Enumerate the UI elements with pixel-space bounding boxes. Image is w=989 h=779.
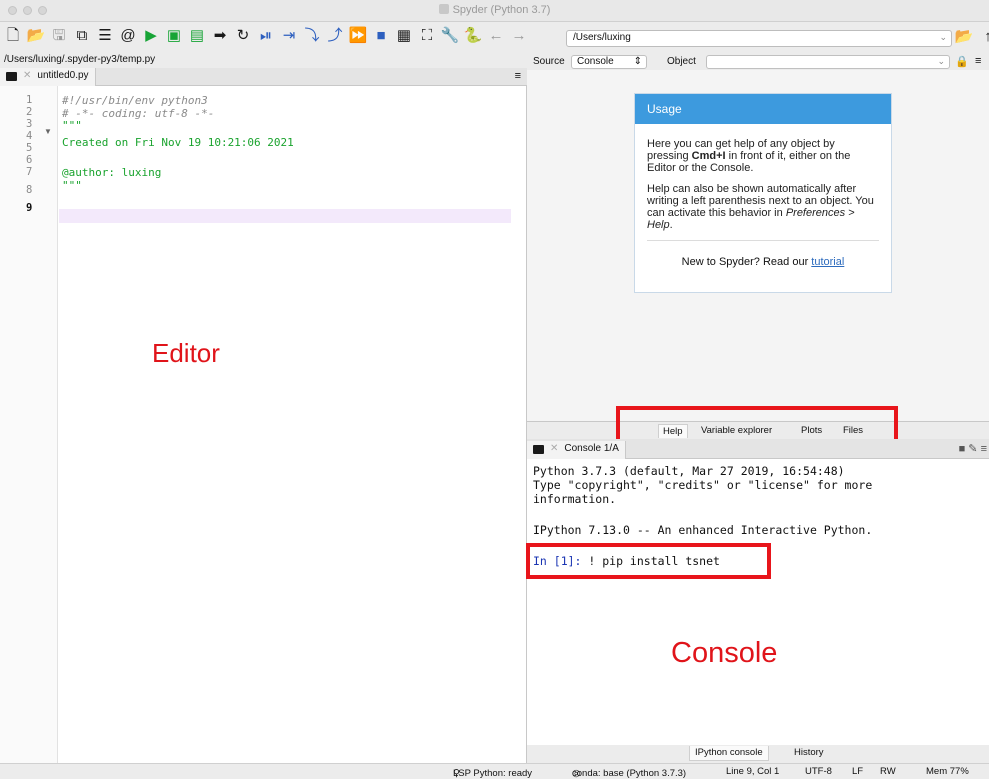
close-tab-icon[interactable]: ✕	[23, 70, 31, 86]
help-pane: Usage Here you can get help of any objec…	[527, 70, 989, 422]
line-number: 2	[26, 106, 33, 118]
save-file-icon[interactable]: 🖫	[50, 27, 68, 45]
line-number: 5	[26, 142, 33, 154]
status-bar: ⚲ LSP Python: ready ◎ conda: base (Python …	[0, 763, 989, 779]
code-line: """	[62, 119, 82, 132]
run-selection-icon[interactable]: ➡	[211, 27, 229, 45]
code-line: @author: luxing	[62, 166, 162, 179]
help-options-icon[interactable]: ≡	[975, 55, 981, 67]
rw-status: RW	[880, 766, 896, 777]
editor-annotation-label: Editor	[152, 338, 220, 368]
encoding-status: UTF-8	[805, 766, 832, 777]
tab-ipython-console[interactable]: IPython console	[689, 746, 769, 761]
chevron-updown-icon: ⇕	[633, 56, 642, 67]
source-label: Source	[533, 56, 565, 67]
console-ipython-line: IPython 7.13.0 -- An enhanced Interactiv…	[533, 523, 873, 537]
code-line: """	[62, 179, 82, 192]
tutorial-link[interactable]: tutorial	[811, 256, 844, 268]
console-annotation-label: Console	[671, 637, 778, 669]
main-toolbar: 🗋 📂 🖫 ⧉ ☰ @ ▶ ▣ ▤ ➡ ↻ ⏯ ⇥ ⤵ ⤴ ⏩ ■ ▦ ⛶ 🔧 …	[0, 22, 989, 54]
run-cell-advance-icon[interactable]: ▤	[188, 27, 206, 45]
run-cell-icon[interactable]: ▣	[165, 27, 183, 45]
line-number-current: 9	[26, 202, 33, 214]
preferences-icon[interactable]: 🔧	[441, 27, 460, 45]
console-pane-tabs: IPython console History	[527, 745, 989, 763]
annotation-box-command	[526, 543, 771, 579]
editor-options-icon[interactable]: ≡	[515, 70, 521, 82]
object-label: Object	[667, 56, 696, 67]
stop-debug-icon[interactable]: ■	[372, 27, 390, 45]
run-icon[interactable]: ▶	[142, 27, 160, 45]
fullscreen-icon[interactable]: ⛶	[418, 27, 436, 45]
eol-status: LF	[852, 766, 864, 777]
usage-paragraph-1: Here you can get help of any object by p…	[647, 138, 851, 174]
console-banner-line: information.	[533, 492, 617, 506]
python-path-manager-icon[interactable]: 🐍	[464, 27, 483, 45]
memory-status: Mem 77%	[926, 766, 969, 777]
code-editor[interactable]: 1 2 3 4 5 6 7 8 9 ▼ #!/usr/bin/env pytho…	[0, 86, 527, 767]
console-tab-bar: ✕ Console 1/A ■ ✎ ≡	[527, 439, 989, 459]
usage-card: Usage Here you can get help of any objec…	[634, 93, 892, 293]
editor-tab-bar: ✕ untitled0.py ≡	[0, 68, 527, 86]
code-line: # -*- coding: utf-8 -*-	[62, 107, 215, 120]
folder-icon[interactable]	[533, 445, 544, 454]
line-number: 7	[26, 166, 33, 178]
step-icon[interactable]: ⇥	[280, 27, 298, 45]
close-tab-icon[interactable]: ✕	[550, 443, 558, 457]
source-select[interactable]: Console ⇕	[571, 55, 647, 69]
lock-icon[interactable]: 🔒	[955, 55, 969, 68]
python-path-icon[interactable]: @	[119, 27, 137, 45]
divider	[647, 240, 879, 241]
console-options-icon[interactable]: ■ ✎ ≡	[959, 442, 987, 455]
console-banner-line: Type "copyright", "credits" or "license"…	[533, 478, 873, 492]
line-number: 6	[26, 154, 33, 166]
tab-console-1[interactable]: ✕ Console 1/A	[527, 441, 626, 459]
title-bar: Spyder (Python 3.7)	[0, 0, 989, 22]
browse-directory-icon[interactable]: 📂	[955, 28, 974, 46]
line-number: 8	[26, 184, 33, 196]
ipython-console[interactable]: Python 3.7.3 (default, Mar 27 2019, 16:5…	[527, 459, 989, 745]
fold-arrow-icon[interactable]: ▼	[44, 127, 52, 136]
usage-title: Usage	[635, 94, 891, 124]
list-icon[interactable]: ☰	[96, 27, 114, 45]
working-directory-field[interactable]: /Users/luxing ⌄	[566, 30, 952, 47]
editor-file-path: /Users/luxing/.spyder-py3/temp.py	[4, 54, 156, 65]
debug-icon[interactable]: ⏯	[257, 27, 275, 45]
step-return-icon[interactable]: ⤴	[326, 27, 344, 45]
tab-untitled0[interactable]: ✕ untitled0.py	[0, 68, 96, 86]
usage-paragraph-2: Help can also be shown automatically aft…	[647, 183, 874, 231]
spyder-app-icon	[438, 4, 449, 14]
open-file-icon[interactable]: 📂	[27, 27, 46, 45]
code-line: Created on Fri Nov 19 10:21:06 2021	[62, 136, 294, 149]
new-to-spyder-text: New to Spyder? Read our tutorial	[681, 256, 845, 268]
new-file-icon[interactable]: 🗋	[4, 27, 22, 45]
chevron-down-icon[interactable]: ⌄	[939, 32, 947, 43]
continue-icon[interactable]: ⏩	[349, 27, 368, 45]
line-number-gutter: 1 2 3 4 5 6 7 8 9 ▼	[0, 86, 58, 767]
save-all-icon[interactable]: ⧉	[73, 27, 91, 45]
current-line-highlight	[59, 209, 511, 223]
line-number: 3	[26, 118, 33, 130]
maximize-pane-icon[interactable]: ▦	[395, 27, 413, 45]
chevron-down-icon[interactable]: ⌄	[937, 56, 945, 67]
cursor-position: Line 9, Col 1	[726, 766, 780, 777]
step-into-icon[interactable]: ⤵	[303, 27, 321, 45]
help-toolbar: Source Console ⇕ Object ⌄ 🔒 ≡	[527, 54, 989, 70]
window-title: Spyder (Python 3.7)	[0, 4, 989, 16]
parent-directory-icon[interactable]: ↑	[979, 28, 989, 46]
rerun-icon[interactable]: ↻	[234, 27, 252, 45]
line-number: 4	[26, 130, 33, 142]
folder-icon[interactable]	[6, 72, 17, 81]
tab-history[interactable]: History	[789, 746, 829, 761]
code-line: #!/usr/bin/env python3	[62, 94, 208, 107]
object-input[interactable]: ⌄	[706, 55, 950, 69]
back-arrow-icon[interactable]: ←	[487, 27, 505, 45]
line-number: 1	[26, 94, 33, 106]
console-banner-line: Python 3.7.3 (default, Mar 27 2019, 16:5…	[533, 464, 845, 478]
forward-arrow-icon[interactable]: →	[510, 27, 528, 45]
